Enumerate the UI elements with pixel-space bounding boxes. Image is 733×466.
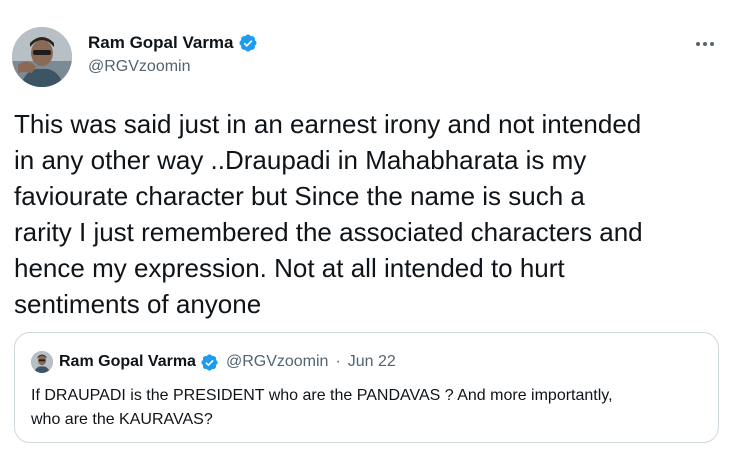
- tweet-card[interactable]: Ram Gopal Varma @RGVzoomin This was said…: [0, 0, 733, 466]
- tweet-text: This was said just in an earnest irony a…: [14, 109, 643, 319]
- quoted-author-handle[interactable]: @RGVzoomin: [226, 353, 329, 371]
- verified-badge-icon: [200, 353, 219, 372]
- profile-photo-icon: [31, 351, 53, 373]
- meta-separator: ·: [335, 353, 341, 370]
- quoted-tweet[interactable]: Ram Gopal Varma @RGVzoomin · Jun 22 If D…: [14, 332, 719, 443]
- profile-photo-icon: [12, 27, 72, 87]
- quoted-tweet-text: If DRAUPADI is the PRESIDENT who are the…: [31, 387, 613, 428]
- quoted-author-avatar[interactable]: [31, 351, 53, 373]
- more-horizontal-icon-dot: [710, 42, 714, 46]
- quoted-tweet-header: Ram Gopal Varma @RGVzoomin · Jun 22: [59, 350, 396, 374]
- author-avatar[interactable]: [12, 27, 72, 87]
- quoted-tweet-date[interactable]: Jun 22: [348, 353, 396, 371]
- verified-badge-icon: [238, 33, 258, 53]
- author-name-row[interactable]: Ram Gopal Varma: [88, 31, 258, 55]
- author-display-name[interactable]: Ram Gopal Varma: [88, 33, 234, 53]
- more-horizontal-icon: [696, 42, 700, 46]
- more-horizontal-icon-dot: [703, 42, 707, 46]
- more-options-button[interactable]: [691, 34, 719, 54]
- author-handle[interactable]: @RGVzoomin: [88, 58, 191, 76]
- quoted-author-name[interactable]: Ram Gopal Varma: [59, 353, 196, 371]
